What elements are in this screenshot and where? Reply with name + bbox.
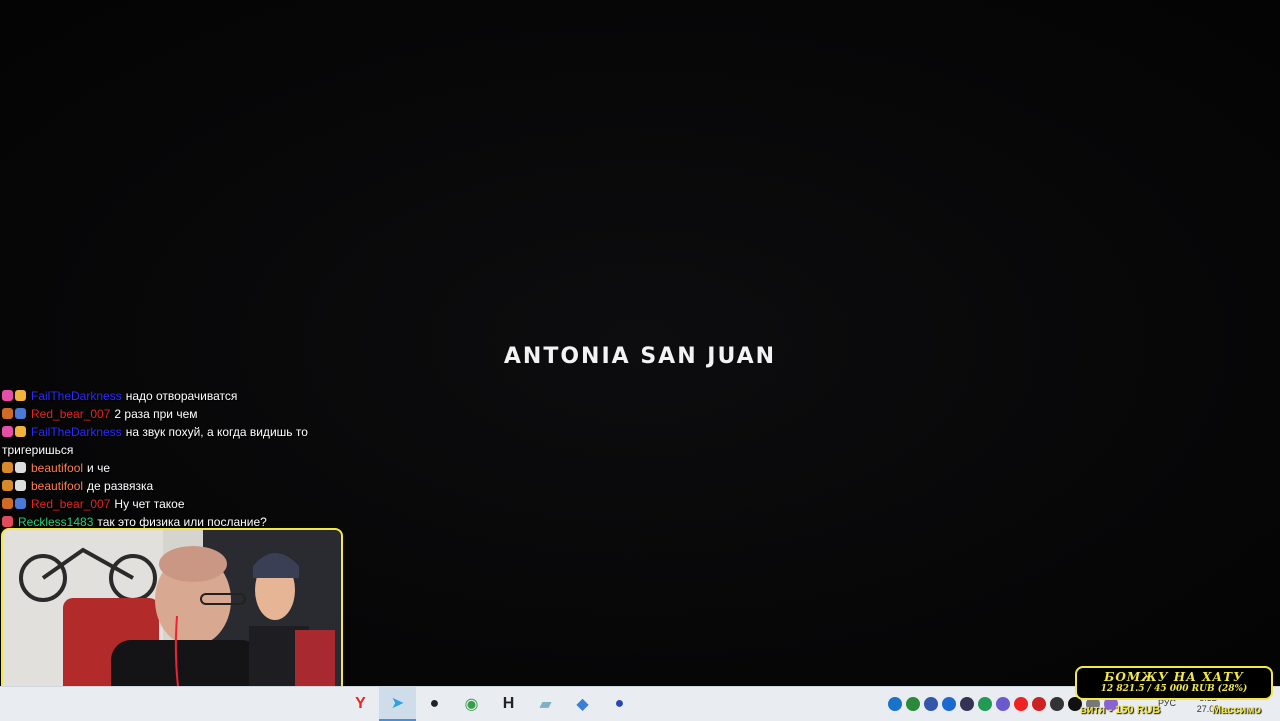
chat-message-text: 2 раза при чем xyxy=(114,407,198,421)
taskbar-app-button[interactable]: ◉ xyxy=(453,687,490,721)
chat-username[interactable]: beautifool xyxy=(31,461,83,475)
stream-chat: FailTheDarkness надо отворачиватся Red_bea… xyxy=(2,387,312,531)
chat-message: beautifool и че xyxy=(2,459,312,477)
chat-badge-icon xyxy=(15,426,26,437)
chat-badge-icon xyxy=(15,462,26,473)
chat-message-text: так это физика или послание? xyxy=(97,515,267,529)
tray-app-icon[interactable] xyxy=(906,697,920,711)
donation-goal-title: БОМЖУ НА ХАТУ xyxy=(1104,670,1244,684)
tray-app-icon[interactable] xyxy=(1050,697,1064,711)
tray-app-icon[interactable] xyxy=(978,697,992,711)
chat-app-icon: ● xyxy=(614,695,625,712)
chat-message-text: и че xyxy=(87,461,111,475)
obs-icon: ● xyxy=(429,695,440,712)
film-credit-text: ANTONIA SAN JUAN xyxy=(503,344,777,369)
chat-badge-icon xyxy=(15,480,26,491)
chat-badge-icon xyxy=(2,462,13,473)
chat-username[interactable]: Red_bear_007 xyxy=(31,497,110,511)
chat-badge-icon xyxy=(15,498,26,509)
chat-message: FailTheDarkness на звук похуй, а когда ви… xyxy=(2,423,312,459)
tray-app-icon[interactable] xyxy=(996,697,1010,711)
taskbar-app-button[interactable]: H xyxy=(490,687,527,721)
chat-username[interactable]: FailTheDarkness xyxy=(31,389,122,403)
chat-message-text: де развязка xyxy=(87,479,154,493)
chat-badge-icon xyxy=(2,408,13,419)
taskbar-app-button[interactable]: ➤ xyxy=(379,687,416,721)
chat-badge-icon xyxy=(2,390,13,401)
tray-app-icon[interactable] xyxy=(888,697,902,711)
tray-app-icon[interactable] xyxy=(1014,697,1028,711)
chat-message-text: надо отворачиватся xyxy=(125,389,238,403)
taskbar-app-button[interactable]: Y xyxy=(342,687,379,721)
app-blue-icon: ◆ xyxy=(576,696,589,713)
chat-username[interactable]: beautifool xyxy=(31,479,83,493)
chat-badge-icon xyxy=(2,426,13,437)
chat-badge-icon xyxy=(2,498,13,509)
chat-message-text: Ну чет такое xyxy=(114,497,185,511)
chat-message: beautifool де развязка xyxy=(2,477,312,495)
taskbar-app-button[interactable]: ● xyxy=(416,687,453,721)
last-donor-name: Массимо xyxy=(1212,704,1262,716)
chat-message: FailTheDarkness надо отворачиватся xyxy=(2,387,312,405)
chat-badge-icon xyxy=(15,408,26,419)
chat-username[interactable]: Reckless1483 xyxy=(18,515,93,529)
taskbar-apps: Y ➤ ● ◉ H ▰ ◆ ● xyxy=(342,687,638,721)
tray-app-icon[interactable] xyxy=(960,697,974,711)
chat-badge-icon xyxy=(2,516,13,527)
taskbar-app-button[interactable]: ◆ xyxy=(564,687,601,721)
chat-username[interactable]: FailTheDarkness xyxy=(31,425,122,439)
tray-app-icon[interactable] xyxy=(942,697,956,711)
h-app-icon: H xyxy=(502,695,515,712)
donation-goal-amount: 12 821.5 / 45 000 RUB (28%) xyxy=(1100,684,1248,694)
chat-message: Red_bear_007 2 раза при чем xyxy=(2,405,312,423)
donation-goal-widget: БОМЖУ НА ХАТУ 12 821.5 / 45 000 RUB (28%… xyxy=(1075,666,1273,700)
telegram-icon: ➤ xyxy=(390,695,405,712)
chat-badge-icon xyxy=(2,480,13,491)
taskbar-app-button[interactable]: ● xyxy=(601,687,638,721)
chrome-icon: ◉ xyxy=(464,696,479,713)
chat-username[interactable]: Red_bear_007 xyxy=(31,407,110,421)
yandex-browser-icon: Y xyxy=(355,695,366,712)
taskbar-app-button[interactable]: ▰ xyxy=(527,687,564,721)
folder-icon: ▰ xyxy=(539,696,552,713)
last-donation-text: витя - 150 RUB xyxy=(1080,704,1161,716)
chat-badge-icon xyxy=(15,390,26,401)
tray-app-icon[interactable] xyxy=(1032,697,1046,711)
chat-message: Red_bear_007 Ну чет такое xyxy=(2,495,312,513)
tray-app-icon[interactable] xyxy=(924,697,938,711)
